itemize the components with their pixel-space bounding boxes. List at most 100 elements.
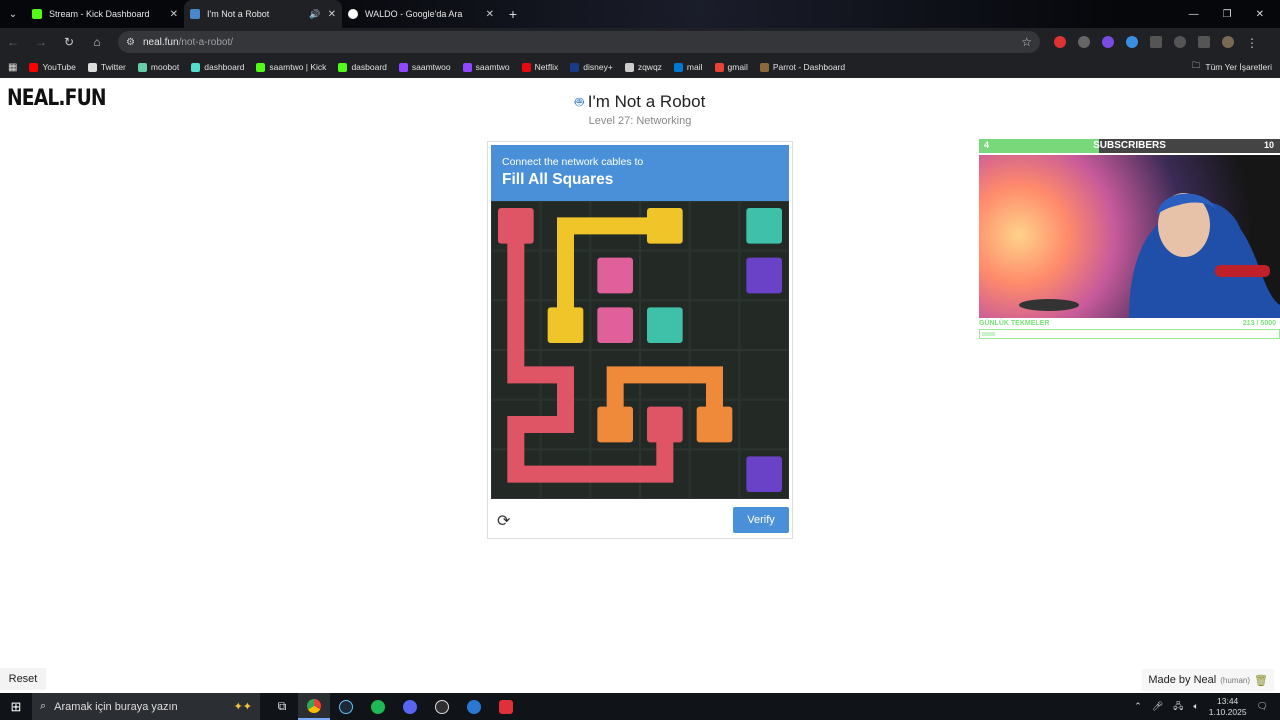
extension-purple-icon[interactable] <box>1102 36 1114 48</box>
volume-icon[interactable]: 🔈︎ <box>1193 701 1198 712</box>
microphone-icon[interactable]: 🎤︎ <box>1152 701 1163 712</box>
site-settings-icon[interactable]: ⚙ <box>126 37 135 48</box>
node-red[interactable] <box>647 406 683 443</box>
forward-arrow-icon[interactable]: → <box>34 35 48 49</box>
node-orange[interactable] <box>696 406 733 443</box>
taskbar-search[interactable]: ⌕ Aramak için buraya yazın ✦✦ <box>32 693 260 720</box>
browser-menu-icon[interactable]: ⋮ <box>1246 36 1258 50</box>
home-icon[interactable]: ⌂ <box>90 35 104 49</box>
refresh-icon[interactable]: ⟳ <box>497 511 510 531</box>
bookmark-label: saamtwo <box>475 62 510 72</box>
bookmark-item[interactable]: zqwqz <box>624 62 662 72</box>
new-tab-plus-icon[interactable]: + <box>500 0 526 28</box>
address-bar[interactable]: ⚙ neal.fun/not-a-robot/ ☆ <box>118 31 1040 53</box>
extensions-puzzle-icon[interactable] <box>1150 36 1162 48</box>
tab-title: WALDO - Google'da Ara <box>365 9 463 19</box>
spotify-icon[interactable] <box>362 693 394 720</box>
bookmark-label: mail <box>686 62 703 72</box>
all-bookmarks-label: Tüm Yer İşaretleri <box>1205 62 1272 72</box>
node-orange[interactable] <box>597 406 633 443</box>
history-icon[interactable] <box>1174 36 1186 48</box>
grid-cell[interactable] <box>739 399 789 450</box>
bookmark-favicon-icon <box>714 62 724 72</box>
media-control-icon[interactable] <box>1198 36 1210 48</box>
notifications-icon[interactable]: 🗨︎ <box>1257 701 1268 712</box>
bookmark-item[interactable]: dashboard <box>191 62 244 72</box>
trash-can-icon: 🗑︎ <box>1254 674 1268 687</box>
grid-cell[interactable] <box>689 300 740 351</box>
bookmark-item[interactable]: dasboard <box>338 62 387 72</box>
bookmark-item[interactable]: YouTube <box>29 62 76 72</box>
app-red-icon[interactable] <box>490 693 522 720</box>
verify-button[interactable]: Verify <box>733 507 789 533</box>
steam-icon[interactable] <box>330 693 362 720</box>
back-arrow-icon[interactable]: ← <box>6 35 20 49</box>
grid-cell[interactable] <box>689 250 740 301</box>
tab-search-chevron-icon[interactable]: ⌄ <box>0 0 26 28</box>
bookmark-favicon-icon <box>87 62 97 72</box>
tab-close-icon[interactable]: ✕ <box>486 9 494 20</box>
discord-icon[interactable] <box>394 693 426 720</box>
all-bookmarks[interactable]: 🗀 Tüm Yer İşaretleri <box>1192 60 1272 74</box>
bookmark-item[interactable]: saamtwoo <box>398 62 451 72</box>
clock-time: 13:44 <box>1217 695 1239 706</box>
app-c-icon[interactable] <box>458 693 490 720</box>
node-purple[interactable] <box>746 257 782 294</box>
extension-gray-icon[interactable] <box>1078 36 1090 48</box>
node-teal[interactable] <box>647 307 683 343</box>
node-purple[interactable] <box>746 456 782 492</box>
node-red[interactable] <box>498 208 534 244</box>
network-icon[interactable]: 🖧︎ <box>1173 699 1183 715</box>
tab-kick-dashboard[interactable]: Stream - Kick Dashboard ✕ <box>26 0 184 28</box>
obs-icon[interactable] <box>426 693 458 720</box>
grid-cell[interactable] <box>689 201 740 251</box>
made-by-neal[interactable]: Made by Neal (human) 🗑︎ <box>1142 669 1274 691</box>
profile-avatar-icon[interactable] <box>1222 36 1234 48</box>
puzzle-grid[interactable] <box>491 201 789 499</box>
minimize-icon[interactable]: — <box>1189 9 1199 20</box>
bookmark-item[interactable]: saamtwo <box>462 62 510 72</box>
captcha-goal: Fill All Squares <box>502 171 614 188</box>
reload-icon[interactable]: ↻ <box>62 35 76 49</box>
restore-icon[interactable]: ❐ <box>1223 9 1232 20</box>
task-view-icon[interactable]: ⧉ <box>266 693 298 720</box>
bookmark-label: saamtwo | Kick <box>269 62 327 72</box>
grid-cell[interactable] <box>689 449 740 499</box>
bookmark-item[interactable]: Parrot - Dashboard <box>759 62 845 72</box>
bookmark-item[interactable]: moobot <box>137 62 179 72</box>
bookmark-item[interactable]: mail <box>673 62 703 72</box>
bookmark-favicon-icon <box>759 62 769 72</box>
speaker-icon[interactable]: 🔊 <box>309 9 320 20</box>
grid-cell[interactable] <box>640 250 690 301</box>
node-pink[interactable] <box>597 307 633 343</box>
chrome-icon[interactable] <box>298 693 330 720</box>
bookmark-label: Netflix <box>534 62 559 72</box>
grid-cell[interactable] <box>739 350 789 400</box>
bookmark-item[interactable]: gmail <box>714 62 748 72</box>
tab-close-icon[interactable]: ✕ <box>170 9 178 20</box>
tab-close-icon[interactable]: ✕ <box>328 9 336 20</box>
network-puzzle-board[interactable] <box>491 201 789 499</box>
bookmark-star-icon[interactable]: ☆ <box>1021 35 1032 49</box>
bookmark-item[interactable]: Netflix <box>521 62 559 72</box>
bookmark-favicon-icon <box>338 62 348 72</box>
bookmark-item[interactable]: disney+ <box>570 62 613 72</box>
extension-blue-icon[interactable] <box>1126 36 1138 48</box>
tab-waldo-google[interactable]: WALDO - Google'da Ara ✕ <box>342 0 500 28</box>
tab-not-a-robot[interactable]: I'm Not a Robot 🔊 ✕ <box>184 0 342 28</box>
grid-cell[interactable] <box>739 300 789 351</box>
bookmark-item[interactable]: saamtwo | Kick <box>256 62 326 72</box>
human-tag: (human) <box>1220 675 1251 685</box>
node-yellow[interactable] <box>547 307 584 343</box>
bookmark-item[interactable]: Twitter <box>87 62 126 72</box>
node-teal[interactable] <box>746 208 782 244</box>
reset-button[interactable]: Reset <box>0 668 46 690</box>
clock[interactable]: 13:44 1.10.2025 <box>1209 696 1247 718</box>
node-pink[interactable] <box>597 257 633 294</box>
tray-chevron-icon[interactable]: ⌃ <box>1134 701 1142 712</box>
extension-red-icon[interactable] <box>1054 36 1066 48</box>
node-yellow[interactable] <box>647 208 683 244</box>
close-window-icon[interactable]: ✕ <box>1256 9 1264 20</box>
apps-grid-icon[interactable]: ▦ <box>8 62 17 73</box>
windows-start-icon[interactable]: ⊞ <box>0 699 32 715</box>
